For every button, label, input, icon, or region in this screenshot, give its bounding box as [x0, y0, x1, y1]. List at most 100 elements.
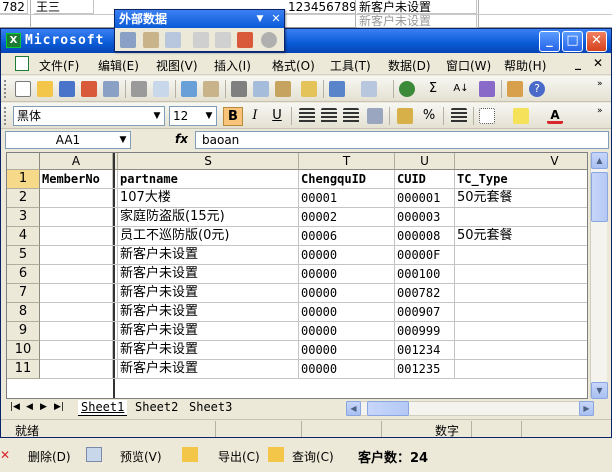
scroll-left-button[interactable]: ◀ [346, 401, 361, 416]
row-header[interactable]: 9 [7, 322, 40, 341]
vertical-scrollbar[interactable]: ▲ ▼ [590, 152, 608, 399]
row-header[interactable]: 8 [7, 303, 40, 322]
table-cell[interactable]: partname [118, 170, 299, 189]
research-icon[interactable] [203, 81, 219, 97]
hyperlink-icon[interactable] [399, 81, 415, 97]
autosum-icon[interactable]: Σ [423, 80, 443, 99]
table-cell[interactable]: 001235 [395, 360, 455, 379]
maximize-button[interactable]: □ [562, 31, 583, 52]
table-cell[interactable]: 000008 [395, 227, 455, 246]
table-cell[interactable] [455, 265, 587, 284]
edit-query-icon[interactable] [120, 32, 136, 48]
palette-title-bar[interactable]: 外部数据 ▼ ✕ [115, 10, 284, 28]
palette-close-icon[interactable]: ✕ [269, 11, 283, 27]
doc-close-button[interactable]: ✕ [593, 56, 603, 70]
refresh-status-icon[interactable] [261, 32, 277, 48]
menu-help[interactable]: 帮助(H) [504, 57, 546, 74]
table-cell[interactable]: 新客户未设置 [118, 284, 299, 303]
table-cell[interactable] [455, 341, 587, 360]
table-cell[interactable] [455, 284, 587, 303]
table-cell[interactable]: 00000 [299, 265, 395, 284]
table-cell[interactable]: 00006 [299, 227, 395, 246]
table-cell[interactable] [455, 322, 587, 341]
palette-dropdown-icon[interactable]: ▼ [253, 11, 267, 27]
column-header-s[interactable]: S [118, 153, 299, 170]
paste-icon[interactable] [275, 81, 291, 97]
refresh-data-icon[interactable] [193, 32, 209, 48]
menu-data[interactable]: 数据(D) [388, 57, 431, 74]
title-bar[interactable]: X Microsoft E _ □ ✕ [1, 29, 611, 53]
cut-icon[interactable] [231, 81, 247, 97]
table-cell[interactable] [40, 322, 113, 341]
sheet-tab-1[interactable]: Sheet1 [78, 400, 128, 416]
cancel-refresh-icon[interactable] [215, 32, 231, 48]
merge-center-icon[interactable] [367, 108, 383, 124]
scroll-thumb[interactable] [591, 172, 608, 222]
sheet-tab-3[interactable]: Sheet3 [186, 400, 235, 416]
undo-icon[interactable] [329, 81, 345, 97]
row-header[interactable]: 7 [7, 284, 40, 303]
permission-icon[interactable] [81, 81, 97, 97]
data-range-properties-icon[interactable] [143, 32, 159, 48]
percent-button[interactable]: % [419, 107, 439, 126]
insert-function-icon[interactable]: fx [175, 132, 188, 146]
spelling-icon[interactable] [181, 81, 197, 97]
first-sheet-button[interactable]: |◀ [10, 402, 20, 412]
save-icon[interactable] [59, 81, 75, 97]
table-cell[interactable]: 00000 [299, 322, 395, 341]
query-parameters-icon[interactable] [165, 32, 181, 48]
table-cell[interactable]: 新客户未设置 [118, 341, 299, 360]
close-button[interactable]: ✕ [586, 31, 607, 52]
align-left-icon[interactable] [299, 108, 315, 124]
menu-window[interactable]: 窗口(W) [446, 57, 491, 74]
query-button[interactable]: 查询(C) [292, 448, 334, 465]
table-cell[interactable] [40, 208, 113, 227]
export-button[interactable]: 导出(C) [218, 448, 260, 465]
table-cell[interactable]: 001234 [395, 341, 455, 360]
table-cell[interactable]: 50元套餐 [455, 227, 587, 246]
doc-minimize-button[interactable]: _ [575, 56, 581, 70]
underline-button[interactable]: U [267, 107, 287, 126]
document-icon[interactable] [15, 56, 29, 71]
table-cell[interactable]: 000999 [395, 322, 455, 341]
delete-button[interactable]: 删除(D) [28, 448, 71, 465]
table-cell[interactable]: 000782 [395, 284, 455, 303]
table-cell[interactable]: 家庭防盗版(15元) [118, 208, 299, 227]
sort-ascending-icon[interactable]: A↓ [451, 80, 471, 99]
table-cell[interactable]: 107大楼 [118, 189, 299, 208]
column-header-v[interactable]: V [455, 153, 587, 170]
select-all-corner[interactable] [7, 153, 40, 170]
refresh-all-icon[interactable] [237, 32, 253, 48]
copy-icon[interactable] [253, 81, 269, 97]
currency-icon[interactable] [397, 108, 413, 124]
table-cell[interactable] [455, 208, 587, 227]
new-icon[interactable] [15, 81, 31, 97]
redo-icon[interactable] [361, 81, 377, 97]
scroll-down-button[interactable]: ▼ [591, 382, 608, 399]
table-cell[interactable]: 00000 [299, 341, 395, 360]
table-cell[interactable]: 00000 [299, 246, 395, 265]
table-cell[interactable]: 000100 [395, 265, 455, 284]
scroll-up-button[interactable]: ▲ [591, 152, 608, 169]
table-cell[interactable] [40, 265, 113, 284]
print-icon[interactable] [131, 81, 147, 97]
table-cell[interactable]: 00001 [299, 189, 395, 208]
row-header[interactable]: 6 [7, 265, 40, 284]
help-icon[interactable]: ? [529, 81, 545, 97]
scroll-right-button[interactable]: ▶ [579, 401, 594, 416]
table-cell[interactable]: 000003 [395, 208, 455, 227]
spreadsheet-grid[interactable]: A S T U V 1 MemberNo partname ChengquID CUID… [6, 152, 588, 399]
last-sheet-button[interactable]: ▶| [54, 402, 64, 412]
row-header[interactable]: 10 [7, 341, 40, 360]
table-cell[interactable]: 000001 [395, 189, 455, 208]
align-right-icon[interactable] [343, 108, 359, 124]
prev-sheet-button[interactable]: ◀ [26, 402, 33, 412]
delete-x-icon[interactable]: ✕ [0, 448, 10, 462]
table-cell[interactable] [455, 360, 587, 379]
menu-format[interactable]: 格式(O) [272, 57, 315, 74]
preview-icon[interactable] [86, 447, 102, 462]
row-header[interactable]: 1 [7, 170, 40, 189]
table-cell[interactable]: TC_Type [455, 170, 587, 189]
table-cell[interactable] [40, 360, 113, 379]
table-cell[interactable] [455, 303, 587, 322]
